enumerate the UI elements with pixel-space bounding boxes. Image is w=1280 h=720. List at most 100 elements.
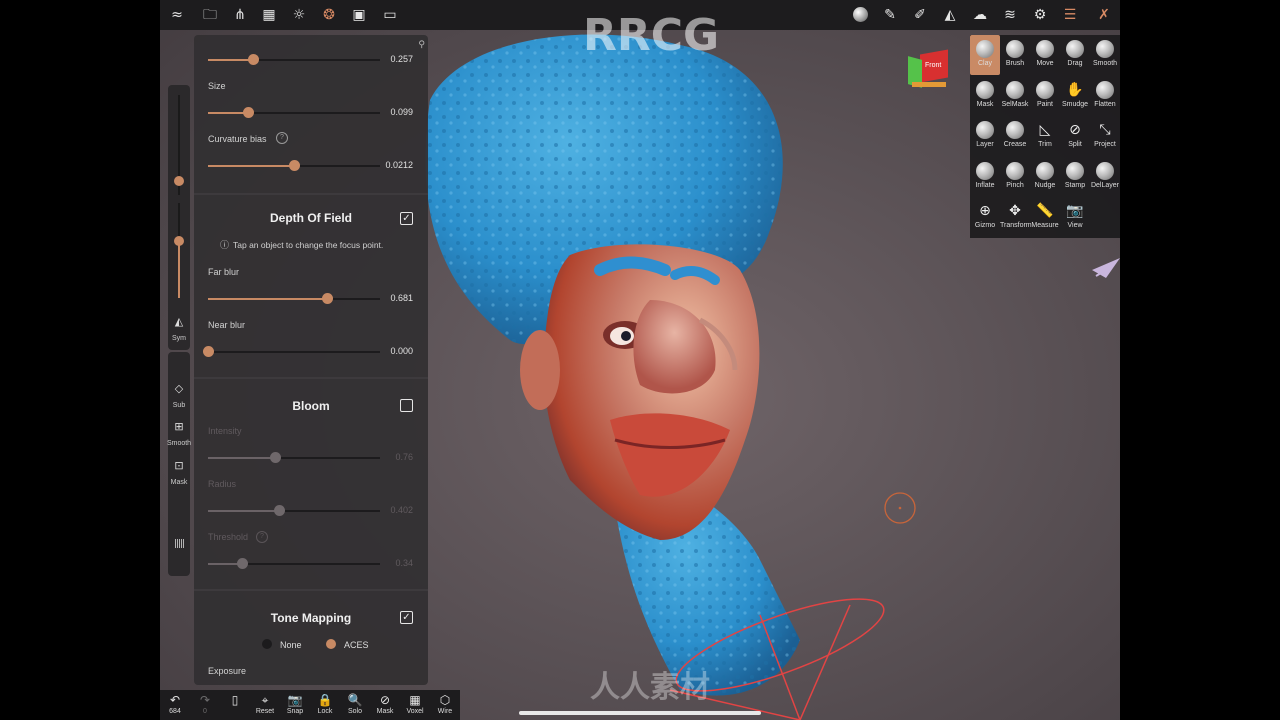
tool-gizmo[interactable]: ⊕ Gizmo (970, 197, 1000, 237)
slider-knob[interactable] (273, 505, 285, 516)
solo-button[interactable]: 🔍 Solo (340, 693, 370, 715)
slider-knob[interactable] (242, 107, 254, 118)
tool-label: SelMask (1001, 100, 1029, 108)
bloom-checkbox[interactable] (400, 399, 413, 412)
tool-mask[interactable]: Mask (970, 76, 1000, 116)
radius-slider-knob[interactable] (174, 176, 184, 186)
tool-split[interactable]: ⊘ Split (1060, 116, 1090, 156)
tool-dellayer[interactable]: DelLayer (1090, 157, 1120, 197)
tone-none-radio[interactable] (262, 639, 272, 649)
tool-label: Crease (1003, 141, 1027, 148)
voxel-button[interactable]: ▦ Voxel (400, 693, 430, 715)
smooth-toggle-icon[interactable]: ⊞ (172, 420, 186, 434)
scene-icon[interactable]: ⋔ (231, 6, 249, 24)
snap-icon: 📷 (287, 693, 303, 707)
material-icon[interactable]: ❂ (320, 6, 338, 24)
tool-pinch[interactable]: Pinch (1000, 157, 1030, 197)
tool-flatten[interactable]: Flatten (1090, 76, 1120, 116)
slider-knob[interactable] (203, 346, 214, 357)
sub-icon[interactable]: ◇ (172, 382, 186, 396)
wire-icon: ⬡ (439, 693, 451, 707)
sliders-icon[interactable]: ☰ (1061, 6, 1079, 24)
mask-label: Mask (170, 479, 188, 486)
dof-checkbox[interactable]: ✓ (400, 212, 413, 225)
tool-layer[interactable]: Layer (970, 116, 1000, 156)
slider-knob[interactable] (321, 293, 333, 304)
move-icon (1036, 40, 1054, 58)
tool-project[interactable]: ⤡ Project (1090, 116, 1120, 156)
tool-nudge[interactable]: Nudge (1030, 157, 1060, 197)
intensity-slider-knob[interactable] (174, 236, 184, 246)
radius-slider[interactable] (208, 505, 380, 516)
doc-button[interactable]: ▯ (220, 693, 250, 707)
tone-checkbox[interactable]: ✓ (400, 611, 413, 624)
folder-icon[interactable]: 🗀 (201, 6, 219, 24)
solo-label: Solo (347, 708, 362, 715)
tool-paint[interactable]: Paint (1030, 76, 1060, 116)
tools-icon[interactable]: ✗ (1095, 6, 1113, 24)
threshold-slider[interactable] (208, 558, 380, 569)
grid-icon[interactable]: ▦ (260, 6, 278, 24)
settings-icon[interactable]: ⚙ (1031, 6, 1049, 24)
slider-knob[interactable] (247, 54, 259, 65)
symmetry-icon[interactable]: ◭ (172, 315, 186, 329)
layer-icon (976, 121, 994, 139)
tool-stamp[interactable]: Stamp (1060, 157, 1090, 197)
radius-intensity-strip[interactable]: ◭ Sym (168, 85, 190, 350)
matcap-icon[interactable] (851, 6, 869, 24)
slider-knob[interactable] (270, 452, 282, 463)
slider-knob[interactable] (237, 558, 249, 569)
tool-crease[interactable]: Crease (1000, 116, 1030, 156)
tool-smudge[interactable]: ✋ Smudge (1060, 76, 1090, 116)
tool-label: Pinch (1006, 181, 1024, 189)
wire-button[interactable]: ⬡ Wire (430, 693, 460, 715)
resize-handle-icon[interactable]: ||||| (172, 537, 186, 551)
tool-label: Project (1094, 141, 1116, 148)
curvature-slider[interactable] (208, 160, 380, 171)
image-icon[interactable]: ▣ (350, 6, 368, 24)
video-icon[interactable]: ▭ (381, 6, 399, 24)
smudge-icon: ✋ (1066, 81, 1084, 98)
tool-smooth[interactable]: Smooth (1090, 35, 1120, 75)
intensity-slider[interactable] (208, 452, 380, 463)
tool-inflate[interactable]: Inflate (970, 157, 1000, 197)
wire-label: Wire (437, 708, 453, 715)
size-slider[interactable] (208, 107, 380, 118)
redo-button[interactable]: ↷ 0 (190, 693, 220, 715)
tone-none-label: None (280, 640, 302, 650)
reset-button[interactable]: ⌖ Reset (250, 693, 280, 715)
orientation-cube[interactable]: Front (908, 49, 950, 88)
home-indicator[interactable] (519, 711, 761, 715)
symmetry-icon[interactable]: ◭ (941, 6, 959, 24)
light-arrow-icon[interactable] (1092, 258, 1120, 278)
near-blur-slider[interactable] (203, 346, 380, 357)
tool-measure[interactable]: 📏 Measure (1030, 197, 1060, 237)
slider-knob[interactable] (289, 160, 300, 171)
stroke-icon[interactable]: ✐ (911, 6, 929, 24)
layers-icon[interactable]: ≋ (1001, 6, 1019, 24)
help-icon[interactable]: ? (276, 132, 288, 144)
tool-selmask[interactable]: SelMask (1000, 76, 1030, 116)
tone-aces-radio[interactable] (326, 639, 336, 649)
top-slider[interactable] (208, 54, 380, 65)
far-blur-slider[interactable] (208, 293, 380, 304)
tool-transform[interactable]: ✥ Transform (1000, 197, 1032, 237)
help-icon[interactable]: ? (256, 531, 268, 543)
pen-icon[interactable]: ✎ (881, 6, 899, 24)
tool-view[interactable]: 📷 View (1060, 197, 1090, 237)
tool-drag[interactable]: Drag (1060, 35, 1090, 75)
tool-brush[interactable]: Brush (1000, 35, 1030, 75)
mask-toggle-icon[interactable]: ⊡ (172, 459, 186, 473)
selmask-icon (1006, 80, 1024, 99)
snap-button[interactable]: 📷 Snap (280, 693, 310, 715)
lock-button[interactable]: 🔒 Lock (310, 693, 340, 715)
tool-trim[interactable]: ◺ Trim (1030, 116, 1060, 156)
logo-icon[interactable]: ≈ (168, 6, 186, 24)
undo-button[interactable]: ↶ 684 (160, 693, 190, 715)
tool-label: Clay (977, 60, 992, 67)
tool-clay[interactable]: Clay (970, 35, 1000, 75)
mask-button[interactable]: ⊘ Mask (370, 693, 400, 715)
cloud-icon[interactable]: ☁ (971, 6, 989, 24)
sun-icon[interactable]: ☼ (290, 6, 308, 24)
tool-move[interactable]: Move (1030, 35, 1060, 75)
